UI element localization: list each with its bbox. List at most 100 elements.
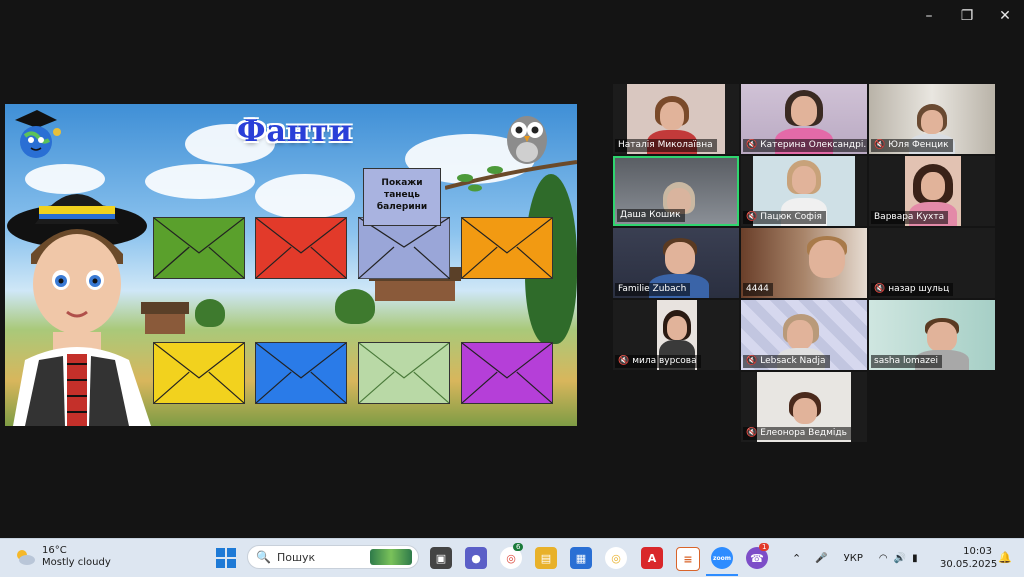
house <box>375 279 455 301</box>
video-tile[interactable]: Наталія Миколаївна <box>613 84 739 154</box>
participant-face <box>921 110 943 134</box>
video-tile[interactable]: 🔇 Пацюк Софія <box>741 156 867 226</box>
chat-icon[interactable]: ● <box>465 547 487 569</box>
mic-muted-icon: 🔇 <box>874 284 886 294</box>
acrobat-icon[interactable]: A <box>641 547 663 569</box>
restore-icon[interactable]: ❐ <box>948 0 986 32</box>
participant-name-text: Lebsack Nadja <box>760 356 826 366</box>
chevron-up-icon[interactable]: ⌃ <box>792 552 801 565</box>
participant-name: 🔇 Елеонора Ведмідь <box>743 427 851 440</box>
envelope-body <box>256 218 346 278</box>
participant-name-text: назар шульц <box>888 284 950 294</box>
envelope-light-green[interactable] <box>358 342 450 404</box>
participant-name-text: Familie Zubach <box>618 284 687 294</box>
participant-name: 4444 <box>743 283 773 296</box>
clock-date: 30.05.2025 <box>940 559 998 570</box>
participant-name: Наталія Миколаївна <box>615 139 717 152</box>
participant-name-text: Елеонора Ведмідь <box>760 428 847 438</box>
video-tile[interactable]: 🔇 Lebsack Nadja <box>741 300 867 370</box>
search-placeholder: Пошук <box>276 550 316 564</box>
video-tile-active-speaker[interactable]: Даша Кошик <box>613 156 739 226</box>
participant-face <box>921 172 945 200</box>
store-icon[interactable]: ▦ <box>570 547 592 569</box>
participant-name-text: 4444 <box>746 284 769 294</box>
participant-name-text: Наталія Миколаївна <box>618 140 713 150</box>
participant-name-text: Пацюк Софія <box>760 212 822 222</box>
zoom-icon[interactable]: zoom <box>711 547 733 569</box>
video-tile[interactable]: 🔇 Юля Фенцик <box>869 84 995 154</box>
wifi-icon[interactable]: ◠ <box>879 553 888 564</box>
video-tile[interactable]: Варвара Кухта <box>869 156 995 226</box>
minimize-icon[interactable]: – <box>910 0 948 32</box>
participant-name: 🔇 назар шульц <box>871 283 954 296</box>
task-view-icon[interactable]: ▣ <box>430 547 452 569</box>
participant-gallery: Наталія Миколаївна 🔇 Катерина Олександрі.… <box>613 84 998 444</box>
envelope-green[interactable] <box>153 217 245 279</box>
video-tile[interactable]: Familie Zubach <box>613 228 739 298</box>
tree <box>335 289 375 324</box>
envelope-orange[interactable] <box>461 217 553 279</box>
participant-name: sasha lomazei <box>871 355 943 368</box>
globe-mascot-icon <box>11 108 61 168</box>
participant-name: 🔇 Юля Фенцик <box>871 139 953 152</box>
envelope-red[interactable] <box>255 217 347 279</box>
participant-face <box>787 320 813 350</box>
taskbar-search[interactable]: 🔍 Пошук <box>247 545 419 569</box>
participant-face <box>665 242 695 274</box>
participant-name: Даша Кошик <box>617 209 685 222</box>
chrome-alt-icon[interactable]: ◎ <box>605 547 627 569</box>
file-explorer-icon[interactable]: ▤ <box>535 547 557 569</box>
video-tile[interactable]: 🔇 Катерина Олександрі... <box>741 84 867 154</box>
chrome-badge: 6 <box>513 543 524 551</box>
envelope-body <box>462 343 552 403</box>
weather-desc: Mostly cloudy <box>42 557 111 568</box>
participant-name-text: sasha lomazei <box>874 356 939 366</box>
participant-name-text: Даша Кошик <box>620 210 681 220</box>
mic-muted-icon: 🔇 <box>746 356 758 366</box>
battery-icon[interactable]: ▮ <box>912 553 918 564</box>
document-icon[interactable]: ≡ <box>676 547 700 571</box>
volume-icon[interactable]: 🔊 <box>894 553 906 564</box>
task-card: Покажи танець балерини <box>363 168 441 226</box>
video-tile[interactable]: 🔇 Елеонора Ведмідь <box>741 372 867 442</box>
participant-name: 🔇 Катерина Олександрі... <box>743 139 867 152</box>
search-icon: 🔍 <box>256 550 271 564</box>
envelope-body <box>359 343 449 403</box>
participant-name-text: Юля Фенцик <box>888 140 949 150</box>
weather-temp: 16°C <box>42 545 67 556</box>
envelope-body <box>154 218 244 278</box>
envelope-body <box>154 343 244 403</box>
shared-slide: Фанти Покажи танець балерини <box>5 104 577 426</box>
participant-face <box>667 316 687 340</box>
participant-face <box>927 322 957 352</box>
video-tile[interactable]: 4444 <box>741 228 867 298</box>
mic-muted-icon: 🔇 <box>746 140 758 150</box>
windows-start-icon[interactable] <box>216 548 236 568</box>
video-tile[interactable]: 🔇 мила вурсова <box>613 300 739 370</box>
cloud <box>255 174 355 219</box>
envelope-purple[interactable] <box>461 342 553 404</box>
microphone-icon[interactable]: 🎤 <box>815 553 827 564</box>
participant-name: 🔇 Lebsack Nadja <box>743 355 830 368</box>
participant-name: 🔇 мила вурсова <box>615 355 701 368</box>
close-icon[interactable]: ✕ <box>986 0 1024 32</box>
envelope-yellow[interactable] <box>153 342 245 404</box>
participant-name: Варвара Кухта <box>871 211 949 224</box>
video-tile[interactable]: sasha lomazei <box>869 300 995 370</box>
clock[interactable]: 10:03 30.05.2025 <box>940 545 998 571</box>
envelope-blue[interactable] <box>255 342 347 404</box>
search-highlight-image <box>370 549 412 565</box>
participant-name-text: Катерина Олександрі... <box>760 140 867 150</box>
language-indicator[interactable]: УКР <box>844 553 863 564</box>
notification-bell-icon[interactable]: 🔔 <box>998 551 1012 564</box>
weather-widget[interactable]: 16°C Mostly cloudy <box>14 545 111 569</box>
mic-muted-icon: 🔇 <box>874 140 886 150</box>
video-tile-camera-off[interactable]: 🔇 назар шульц <box>869 228 995 298</box>
participant-face <box>660 102 684 130</box>
cloudy-weather-icon <box>17 550 35 565</box>
participant-name: 🔇 Пацюк Софія <box>743 211 826 224</box>
participant-face <box>791 96 817 126</box>
boy-illustration <box>5 184 165 426</box>
envelope-open[interactable] <box>358 217 450 279</box>
envelope-body <box>256 343 346 403</box>
